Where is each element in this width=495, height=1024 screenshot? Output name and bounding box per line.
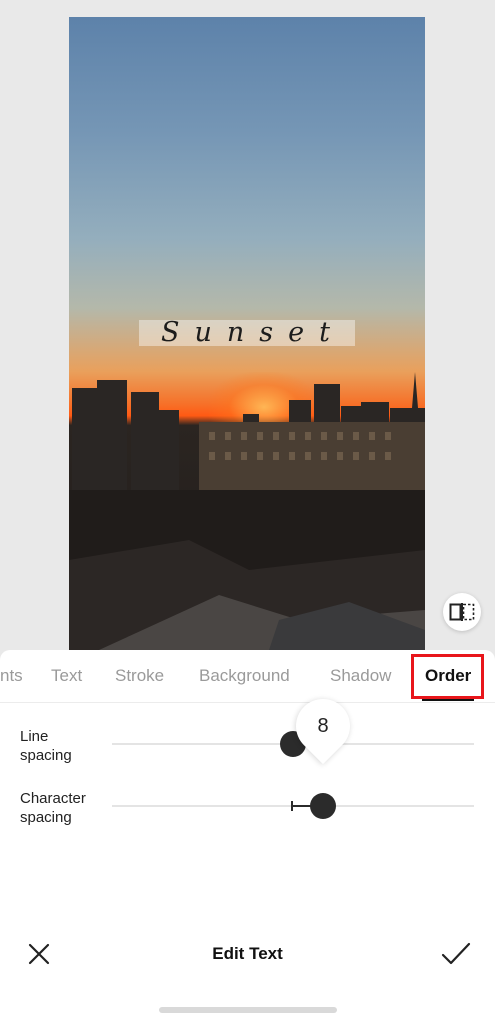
text-overlay[interactable]: Sunset [139, 317, 355, 348]
tab-fonts[interactable]: nts [0, 666, 23, 686]
tab-background[interactable]: Background [199, 666, 290, 686]
confirm-button[interactable] [440, 940, 472, 968]
tab-stroke[interactable]: Stroke [115, 666, 164, 686]
tab-bar: nts Text Stroke Background Shadow Order [0, 650, 495, 703]
checkmark-icon [441, 942, 471, 965]
character-spacing-knob[interactable] [310, 793, 336, 819]
photo-canvas[interactable]: Sunset [69, 17, 425, 650]
tab-shadow[interactable]: Shadow [330, 666, 391, 686]
panel-title: Edit Text [212, 944, 283, 963]
character-spacing-label: Character spacing [20, 790, 86, 826]
bottom-action-bar: Edit Text [0, 930, 495, 980]
line-spacing-value: 8 [317, 714, 329, 737]
tab-text[interactable]: Text [51, 666, 82, 686]
compare-icon [449, 603, 475, 621]
city-skyline [69, 372, 425, 650]
home-indicator [159, 1007, 337, 1013]
overlay-text: Sunset [161, 317, 345, 348]
character-spacing-fill [292, 805, 312, 807]
line-spacing-label: Line spacing [20, 728, 72, 764]
edit-text-panel: nts Text Stroke Background Shadow Order … [0, 650, 495, 1024]
compare-button[interactable] [443, 593, 481, 631]
tab-highlight-box [411, 654, 484, 699]
